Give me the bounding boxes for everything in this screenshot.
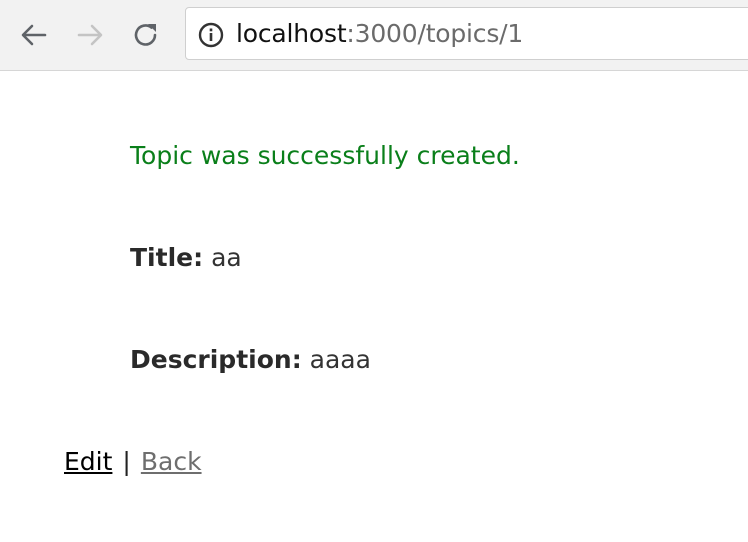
forward-button[interactable] [73,18,107,52]
back-button[interactable] [17,18,51,52]
url-path: :3000/topics/1 [346,19,524,48]
address-bar[interactable]: localhost:3000/topics/1 [185,7,748,60]
title-field: Title: aa [130,242,242,274]
arrow-right-icon [77,24,103,46]
arrow-left-icon [21,24,47,46]
edit-link[interactable]: Edit [64,447,112,476]
title-label: Title: [130,243,204,272]
url-host: localhost [236,19,347,48]
info-icon[interactable] [198,22,224,48]
link-separator: | [122,447,131,476]
back-link[interactable]: Back [141,447,202,476]
browser-toolbar: localhost:3000/topics/1 [0,0,748,71]
reload-button[interactable] [129,18,163,52]
description-field: Description: aaaa [130,344,371,376]
description-value: aaaa [309,345,371,374]
title-value: aa [211,243,242,272]
reload-icon [134,24,157,46]
description-label: Description: [130,345,302,374]
action-links: Edit | Back [64,446,202,478]
page-content: Topic was successfully created. Title: a… [0,72,748,542]
url-text: localhost:3000/topics/1 [236,19,523,49]
flash-notice: Topic was successfully created. [130,141,520,170]
